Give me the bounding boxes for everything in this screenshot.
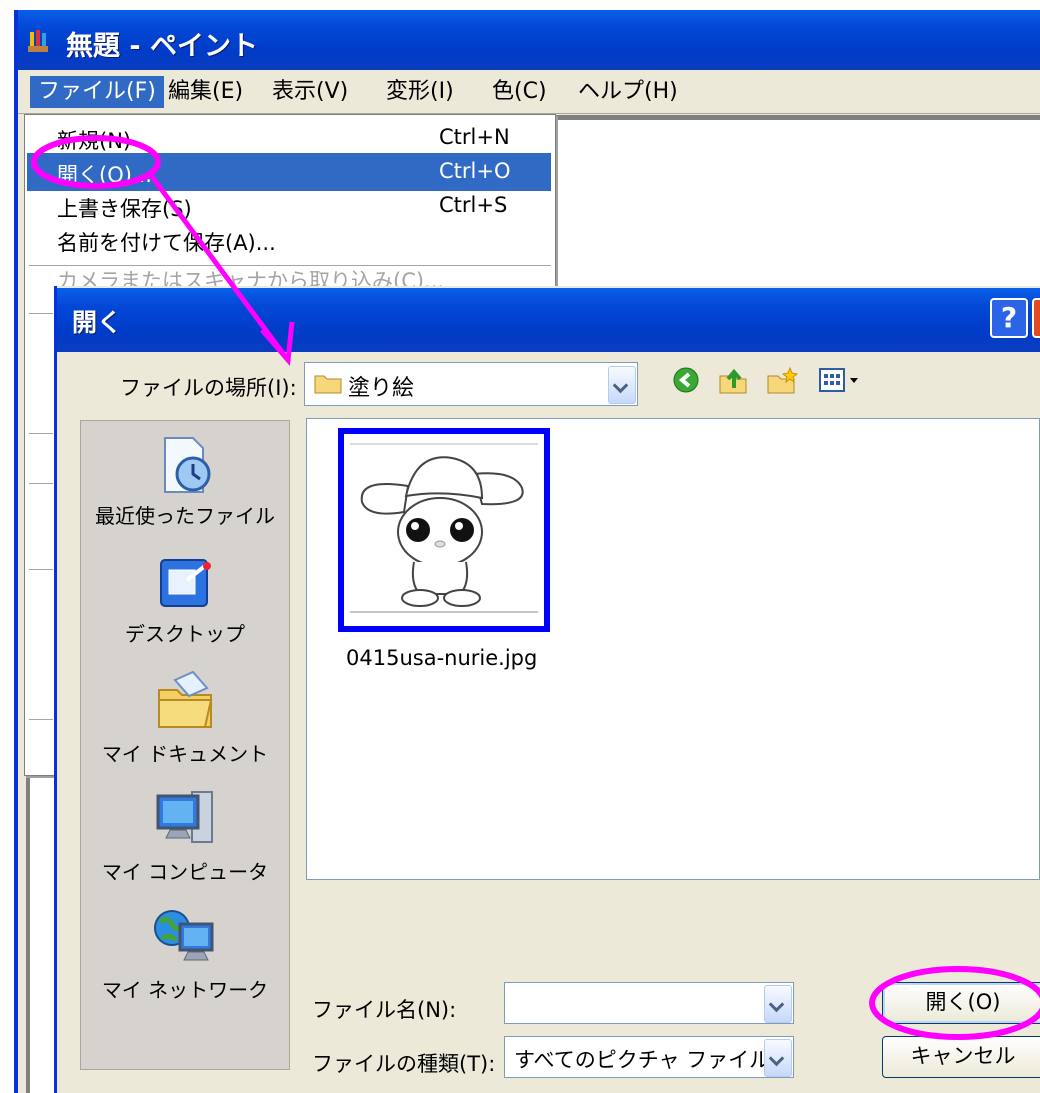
place-label: マイ ネットワーク bbox=[101, 978, 269, 1002]
place-label: 最近使ったファイル bbox=[95, 504, 275, 528]
menu-separator bbox=[29, 719, 53, 720]
my-network-icon bbox=[154, 910, 214, 961]
menu-separator bbox=[29, 313, 53, 314]
menu-separator bbox=[29, 569, 53, 570]
desktop-icon bbox=[160, 559, 211, 607]
filename-input[interactable] bbox=[504, 982, 794, 1024]
back-icon[interactable] bbox=[672, 366, 700, 394]
place-label: デスクトップ bbox=[125, 622, 245, 646]
folder-icon bbox=[314, 375, 342, 394]
menu-separator bbox=[29, 483, 53, 484]
filetype-label: ファイルの種類(T): bbox=[312, 1052, 496, 1076]
menu-item-open[interactable]: 開く(O)... Ctrl+O bbox=[27, 153, 551, 191]
paint-app-icon bbox=[28, 30, 48, 52]
menu-item-label: 新規(N) bbox=[57, 129, 132, 153]
my-computer-icon bbox=[156, 791, 213, 843]
menu-item-shortcut: Ctrl+O bbox=[439, 159, 511, 183]
menu-item-label: カメラまたはスキャナから取り込み(C)... bbox=[57, 269, 445, 287]
place-my-computer[interactable]: マイ コンピュータ bbox=[80, 788, 290, 885]
filename-label: ファイル名(N): bbox=[312, 998, 457, 1022]
menu-image[interactable]: 変形(I) bbox=[378, 76, 462, 108]
menu-item-shortcut: Ctrl+S bbox=[439, 193, 508, 217]
up-folder-icon[interactable] bbox=[718, 366, 748, 396]
file-name-caption: 0415usa-nurie.jpg bbox=[346, 646, 538, 670]
menu-edit[interactable]: 編集(E) bbox=[160, 76, 251, 108]
my-documents-icon bbox=[158, 670, 213, 728]
place-label: マイ コンピュータ bbox=[101, 860, 269, 884]
menu-item-shortcut: Ctrl+N bbox=[439, 125, 510, 149]
recent-documents-icon bbox=[164, 437, 211, 493]
dialog-titlebar[interactable] bbox=[57, 288, 1040, 352]
place-desktop[interactable]: デスクトップ bbox=[80, 552, 290, 647]
filename-dropdown-button[interactable] bbox=[764, 985, 792, 1023]
place-my-documents[interactable]: マイ ドキュメント bbox=[80, 670, 290, 767]
lookin-label: ファイルの場所(I): bbox=[120, 376, 297, 400]
window-title: 無題 - ペイント bbox=[66, 31, 259, 62]
menu-colors[interactable]: 色(C) bbox=[484, 76, 555, 108]
menu-help[interactable]: ヘルプ(H) bbox=[570, 76, 686, 108]
menu-item-new[interactable]: 新規(N) Ctrl+N bbox=[27, 119, 551, 157]
lookin-dropdown-button[interactable] bbox=[608, 366, 636, 404]
view-menu-icon[interactable] bbox=[818, 366, 864, 394]
menu-item-scan: カメラまたはスキャナから取り込み(C)... bbox=[27, 269, 551, 287]
dialog-title: 開く bbox=[72, 308, 123, 337]
menu-separator bbox=[29, 433, 53, 434]
help-button[interactable]: ? bbox=[990, 298, 1028, 338]
close-button[interactable] bbox=[1032, 298, 1040, 338]
menu-item-label: 開く(O)... bbox=[57, 163, 152, 187]
place-label: マイ ドキュメント bbox=[101, 742, 269, 766]
menu-item-save[interactable]: 上書き保存(S) Ctrl+S bbox=[27, 187, 551, 225]
menu-separator bbox=[29, 265, 551, 266]
cancel-button[interactable]: キャンセル bbox=[882, 1036, 1040, 1078]
menu-file[interactable]: ファイル(F) bbox=[30, 76, 164, 108]
lookin-value: 塗り絵 bbox=[348, 376, 415, 401]
filetype-value: すべてのピクチャ ファイル bbox=[514, 1048, 771, 1072]
new-folder-icon[interactable] bbox=[766, 366, 798, 396]
bunny-drawing-thumbnail bbox=[350, 443, 538, 613]
menu-item-save-as[interactable]: 名前を付けて保存(A)... bbox=[27, 221, 551, 259]
menu-view[interactable]: 表示(V) bbox=[264, 76, 356, 108]
file-thumbnail[interactable] bbox=[338, 428, 550, 632]
menu-item-label: 上書き保存(S) bbox=[57, 197, 192, 221]
open-button[interactable]: 開く(O) bbox=[882, 982, 1040, 1024]
menu-bar: ファイル(F) 編集(E) 表示(V) 変形(I) 色(C) ヘルプ(H) bbox=[18, 70, 1040, 114]
filetype-dropdown-button[interactable] bbox=[764, 1039, 792, 1077]
place-recent[interactable]: 最近使ったファイル bbox=[80, 436, 290, 529]
place-my-network[interactable]: マイ ネットワーク bbox=[80, 906, 290, 1003]
menu-item-label: 名前を付けて保存(A)... bbox=[57, 231, 276, 255]
